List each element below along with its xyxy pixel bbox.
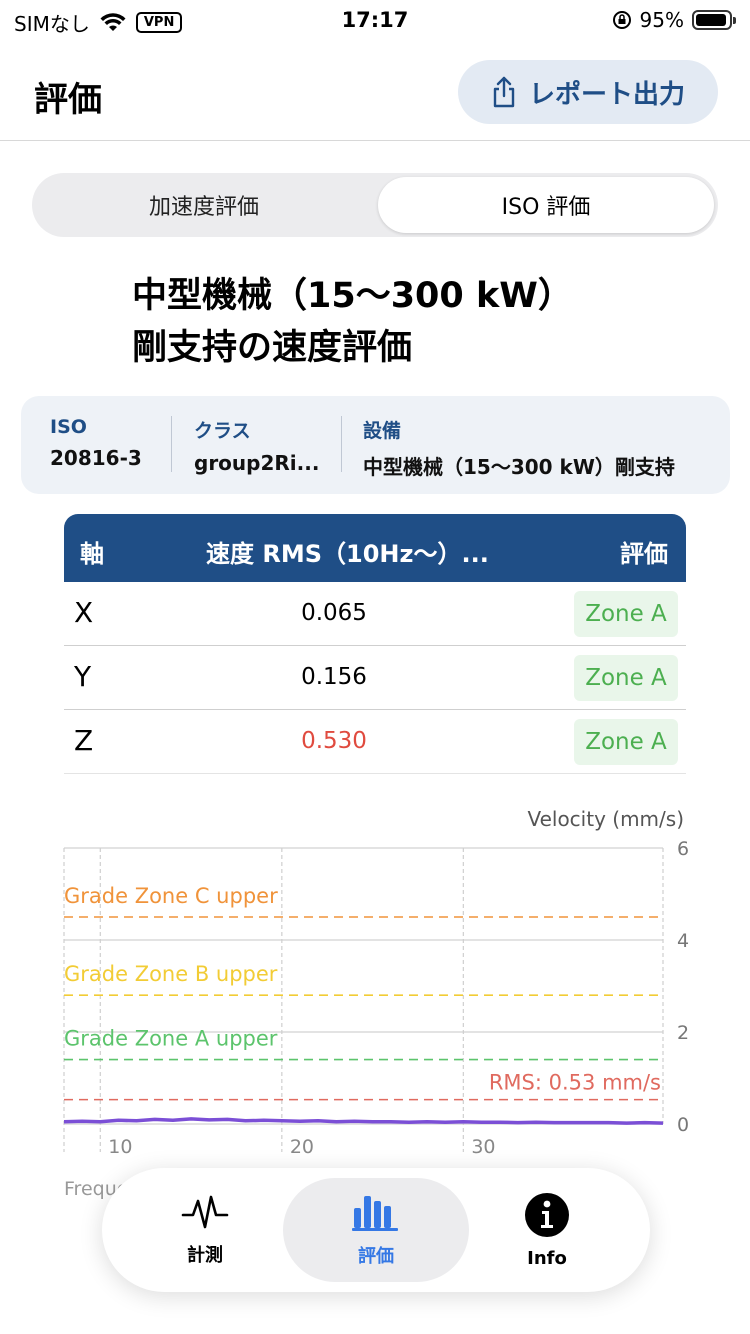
velocity-chart: Velocity (mm/s) 0 2 4 6 10 20 30 Grade Zone C up… (0, 800, 750, 1210)
tab-bar: 計測 評価 Info (102, 1168, 650, 1292)
header-axis: 軸 (80, 540, 104, 568)
table-row: Z 0.530 Zone A (64, 710, 686, 774)
report-export-button[interactable]: レポート出力 (458, 60, 718, 124)
divider (171, 416, 172, 472)
series-line (63, 1117, 664, 1125)
table-header: 軸 速度 RMS（10Hz～）... 評価 (64, 514, 686, 582)
iso-info-card: ISO 20816-3 クラス group2Ri... 設備 中型機械（15～3… (21, 396, 730, 494)
tab-label: 計測 (187, 1245, 223, 1266)
table-row: Y 0.156 Zone A (64, 646, 686, 710)
navigation-bar: 評価 レポート出力 (0, 40, 750, 141)
header-evaluation: 評価 (620, 540, 668, 568)
threshold-label: RMS: 0.53 mm/s (489, 1071, 661, 1095)
share-icon (493, 76, 515, 108)
row-axis: X (74, 596, 94, 629)
table-row: X 0.065 Zone A (64, 582, 686, 646)
zone-badge: Zone A (574, 655, 678, 701)
velocity-table: 軸 速度 RMS（10Hz～）... 評価 X 0.065 Zone A Y 0… (64, 514, 686, 774)
header-velocity: 速度 RMS（10Hz～）... (206, 540, 489, 568)
class-label: クラス (194, 420, 251, 442)
zone-badge: Zone A (574, 591, 678, 637)
y-tick-label: 4 (677, 930, 689, 952)
row-value: 0.156 (301, 664, 367, 690)
orientation-lock-icon (612, 11, 631, 29)
class-value: group2Ri... (194, 451, 320, 475)
row-axis: Z (74, 724, 94, 757)
tab-label: Info (527, 1247, 567, 1269)
row-value: 0.530 (301, 728, 367, 754)
row-value: 0.065 (301, 600, 367, 626)
battery-percent: 95% (639, 8, 684, 32)
iso-label: ISO (50, 416, 87, 438)
report-export-label: レポート出力 (528, 79, 685, 110)
info-icon (525, 1192, 569, 1237)
iso-value: 20816-3 (50, 446, 142, 470)
divider (341, 416, 342, 472)
bar-chart-icon (352, 1196, 398, 1231)
evaluation-segmented-control: 加速度評価 ISO 評価 (32, 173, 718, 237)
velocity-chart-svg: Velocity (mm/s) 0 2 4 6 10 20 30 Grade Zone C up… (63, 807, 689, 1158)
tab-evaluation[interactable]: 評価 (283, 1178, 469, 1282)
y-tick-label: 6 (677, 838, 689, 860)
threshold-label: Grade Zone A upper (64, 1027, 278, 1051)
threshold-label: Grade Zone C upper (64, 884, 278, 908)
evaluation-heading: 中型機械（15～300 kW） 剛支持の速度評価 (132, 270, 692, 374)
segment-acceleration[interactable]: 加速度評価 (36, 177, 372, 233)
page-title: 評価 (34, 80, 102, 120)
equipment-label: 設備 (363, 420, 402, 442)
battery-icon (692, 10, 736, 30)
tab-info[interactable]: Info (454, 1178, 640, 1282)
row-axis: Y (74, 660, 92, 693)
y-axis-label: Velocity (mm/s) (527, 807, 684, 831)
tab-label: 評価 (358, 1246, 394, 1267)
waveform-icon (181, 1195, 229, 1229)
x-tick-label: 20 (290, 1136, 314, 1158)
y-tick-label: 2 (677, 1022, 689, 1044)
heading-line-1: 中型機械（15～300 kW） (132, 276, 573, 316)
threshold-label: Grade Zone B upper (64, 962, 278, 986)
tab-measure[interactable]: 計測 (112, 1178, 298, 1282)
y-tick-label: 0 (677, 1114, 689, 1136)
x-tick-label: 30 (471, 1136, 495, 1158)
segment-iso[interactable]: ISO 評価 (378, 177, 714, 233)
x-tick-label: 10 (108, 1136, 132, 1158)
status-bar: SIMなし VPN 17:17 95% (0, 0, 750, 40)
heading-line-2: 剛支持の速度評価 (132, 328, 413, 368)
equipment-value: 中型機械（15～300 kW）剛支持 (363, 455, 675, 479)
zone-badge: Zone A (574, 719, 678, 765)
